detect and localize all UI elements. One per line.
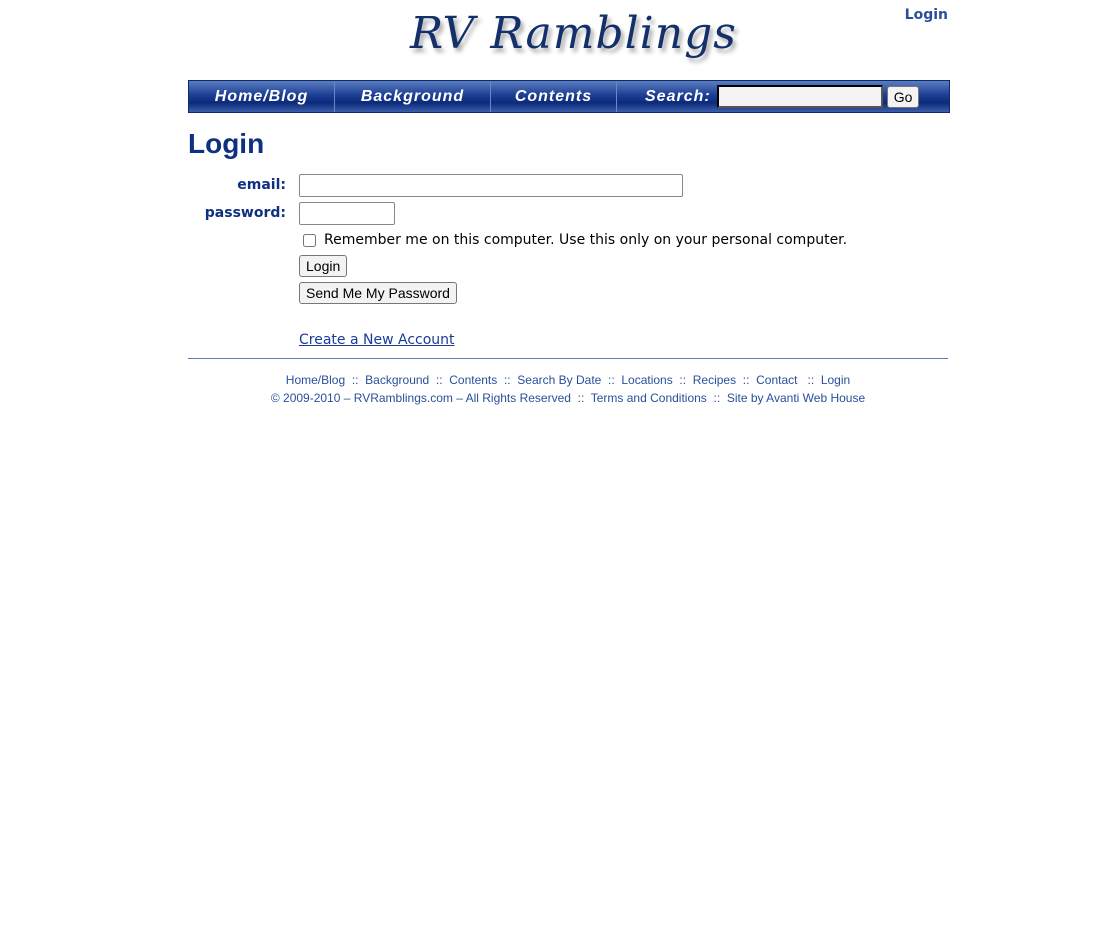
copyright: © 2009-2010 – RVRamblings.com – All Righ… [270, 391, 571, 405]
nav-bar: Home/Blog Background Contents Search: Go [188, 80, 950, 113]
sep: :: [435, 373, 443, 387]
go-button[interactable]: Go [886, 85, 920, 108]
footer-link-search-by-date[interactable]: Search By Date [517, 373, 601, 387]
password-label: password: [204, 205, 286, 221]
remember-row: Remember me on this computer. Use this o… [299, 232, 847, 248]
email-label: email: [237, 177, 286, 193]
footer-link-contents[interactable]: Contents [449, 373, 497, 387]
terms-link[interactable]: Terms and Conditions [591, 391, 707, 405]
sep: :: [679, 373, 687, 387]
sep: :: [503, 373, 511, 387]
sep: :: [807, 373, 815, 387]
footer-link-locations[interactable]: Locations [621, 373, 672, 387]
search-label: Search: [645, 87, 711, 105]
send-password-button[interactable]: Send Me My Password [299, 282, 457, 304]
header-login-link[interactable]: Login [905, 7, 948, 23]
footer-credits: © 2009-2010 – RVRamblings.com – All Righ… [188, 391, 948, 405]
footer-divider [188, 358, 948, 359]
search-input[interactable] [716, 85, 883, 108]
login-button[interactable]: Login [299, 255, 348, 277]
email-field[interactable] [299, 174, 683, 197]
credit-link[interactable]: Site by Avanti Web House [727, 391, 865, 405]
password-field[interactable] [299, 202, 395, 225]
sep: :: [713, 391, 721, 405]
page-title: Login [188, 128, 265, 159]
sep: :: [351, 373, 359, 387]
sep: :: [577, 391, 585, 405]
nav-search: Search: Go [617, 85, 920, 108]
nav-background[interactable]: Background [335, 81, 491, 112]
footer-link-background[interactable]: Background [365, 373, 429, 387]
footer-link-contact[interactable]: Contact [756, 373, 797, 387]
footer-nav: Home/Blog :: Background :: Contents :: S… [188, 373, 948, 387]
footer-link-home-blog[interactable]: Home/Blog [286, 373, 345, 387]
nav-home-blog[interactable]: Home/Blog [189, 81, 335, 112]
nav-contents[interactable]: Contents [491, 81, 617, 112]
sep: :: [742, 373, 750, 387]
footer-link-login[interactable]: Login [821, 373, 850, 387]
remember-checkbox[interactable] [303, 233, 316, 247]
footer-link-recipes[interactable]: Recipes [693, 373, 736, 387]
site-logo[interactable]: RV Ramblings [410, 8, 737, 59]
create-account-link[interactable]: Create a New Account [299, 332, 455, 348]
sep: :: [608, 373, 615, 387]
remember-label: Remember me on this computer. Use this o… [324, 232, 848, 248]
